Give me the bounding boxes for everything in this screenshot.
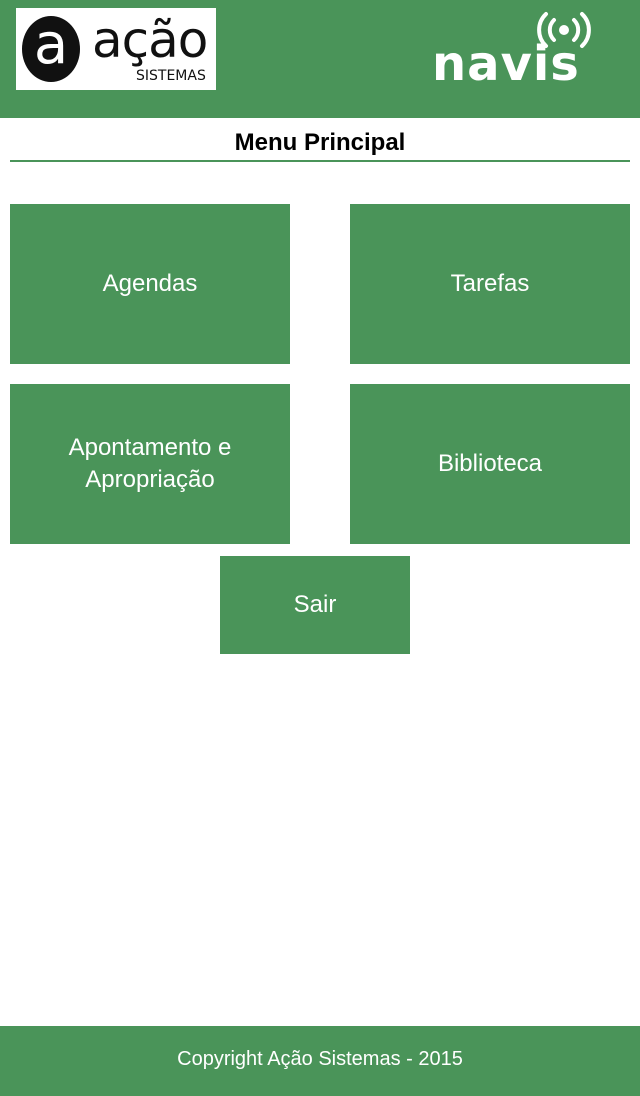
logo-subtitle: SISTEMAS xyxy=(136,68,206,84)
agendas-button[interactable]: Agendas xyxy=(10,204,290,364)
title-divider xyxy=(10,160,630,162)
logo-mark: a xyxy=(33,12,69,77)
app-footer: Copyright Ação Sistemas - 2015 xyxy=(0,1026,640,1096)
logo-word: ação xyxy=(92,11,208,69)
apontamento-label: Apontamento e Apropriação xyxy=(68,434,232,493)
sair-button[interactable]: Sair xyxy=(220,556,410,654)
navis-wordmark: navis xyxy=(432,36,580,92)
app-header: a ação SISTEMAS navis xyxy=(0,0,640,118)
tarefas-button[interactable]: Tarefas xyxy=(350,204,630,364)
agendas-label: Agendas xyxy=(102,270,198,297)
sair-label: Sair xyxy=(293,591,337,618)
page-title: Menu Principal xyxy=(234,129,406,156)
biblioteca-label: Biblioteca xyxy=(437,450,543,477)
navis-logo: navis xyxy=(428,10,624,92)
tarefas-label: Tarefas xyxy=(450,270,530,297)
biblioteca-button[interactable]: Biblioteca xyxy=(350,384,630,544)
copyright-text: Copyright Ação Sistemas - 2015 xyxy=(177,1048,463,1070)
acao-sistemas-logo: a ação SISTEMAS xyxy=(16,8,216,90)
apontamento-button[interactable]: Apontamento e Apropriação xyxy=(10,384,290,544)
app-page: a ação SISTEMAS navis Menu Principal Age… xyxy=(0,0,640,1096)
